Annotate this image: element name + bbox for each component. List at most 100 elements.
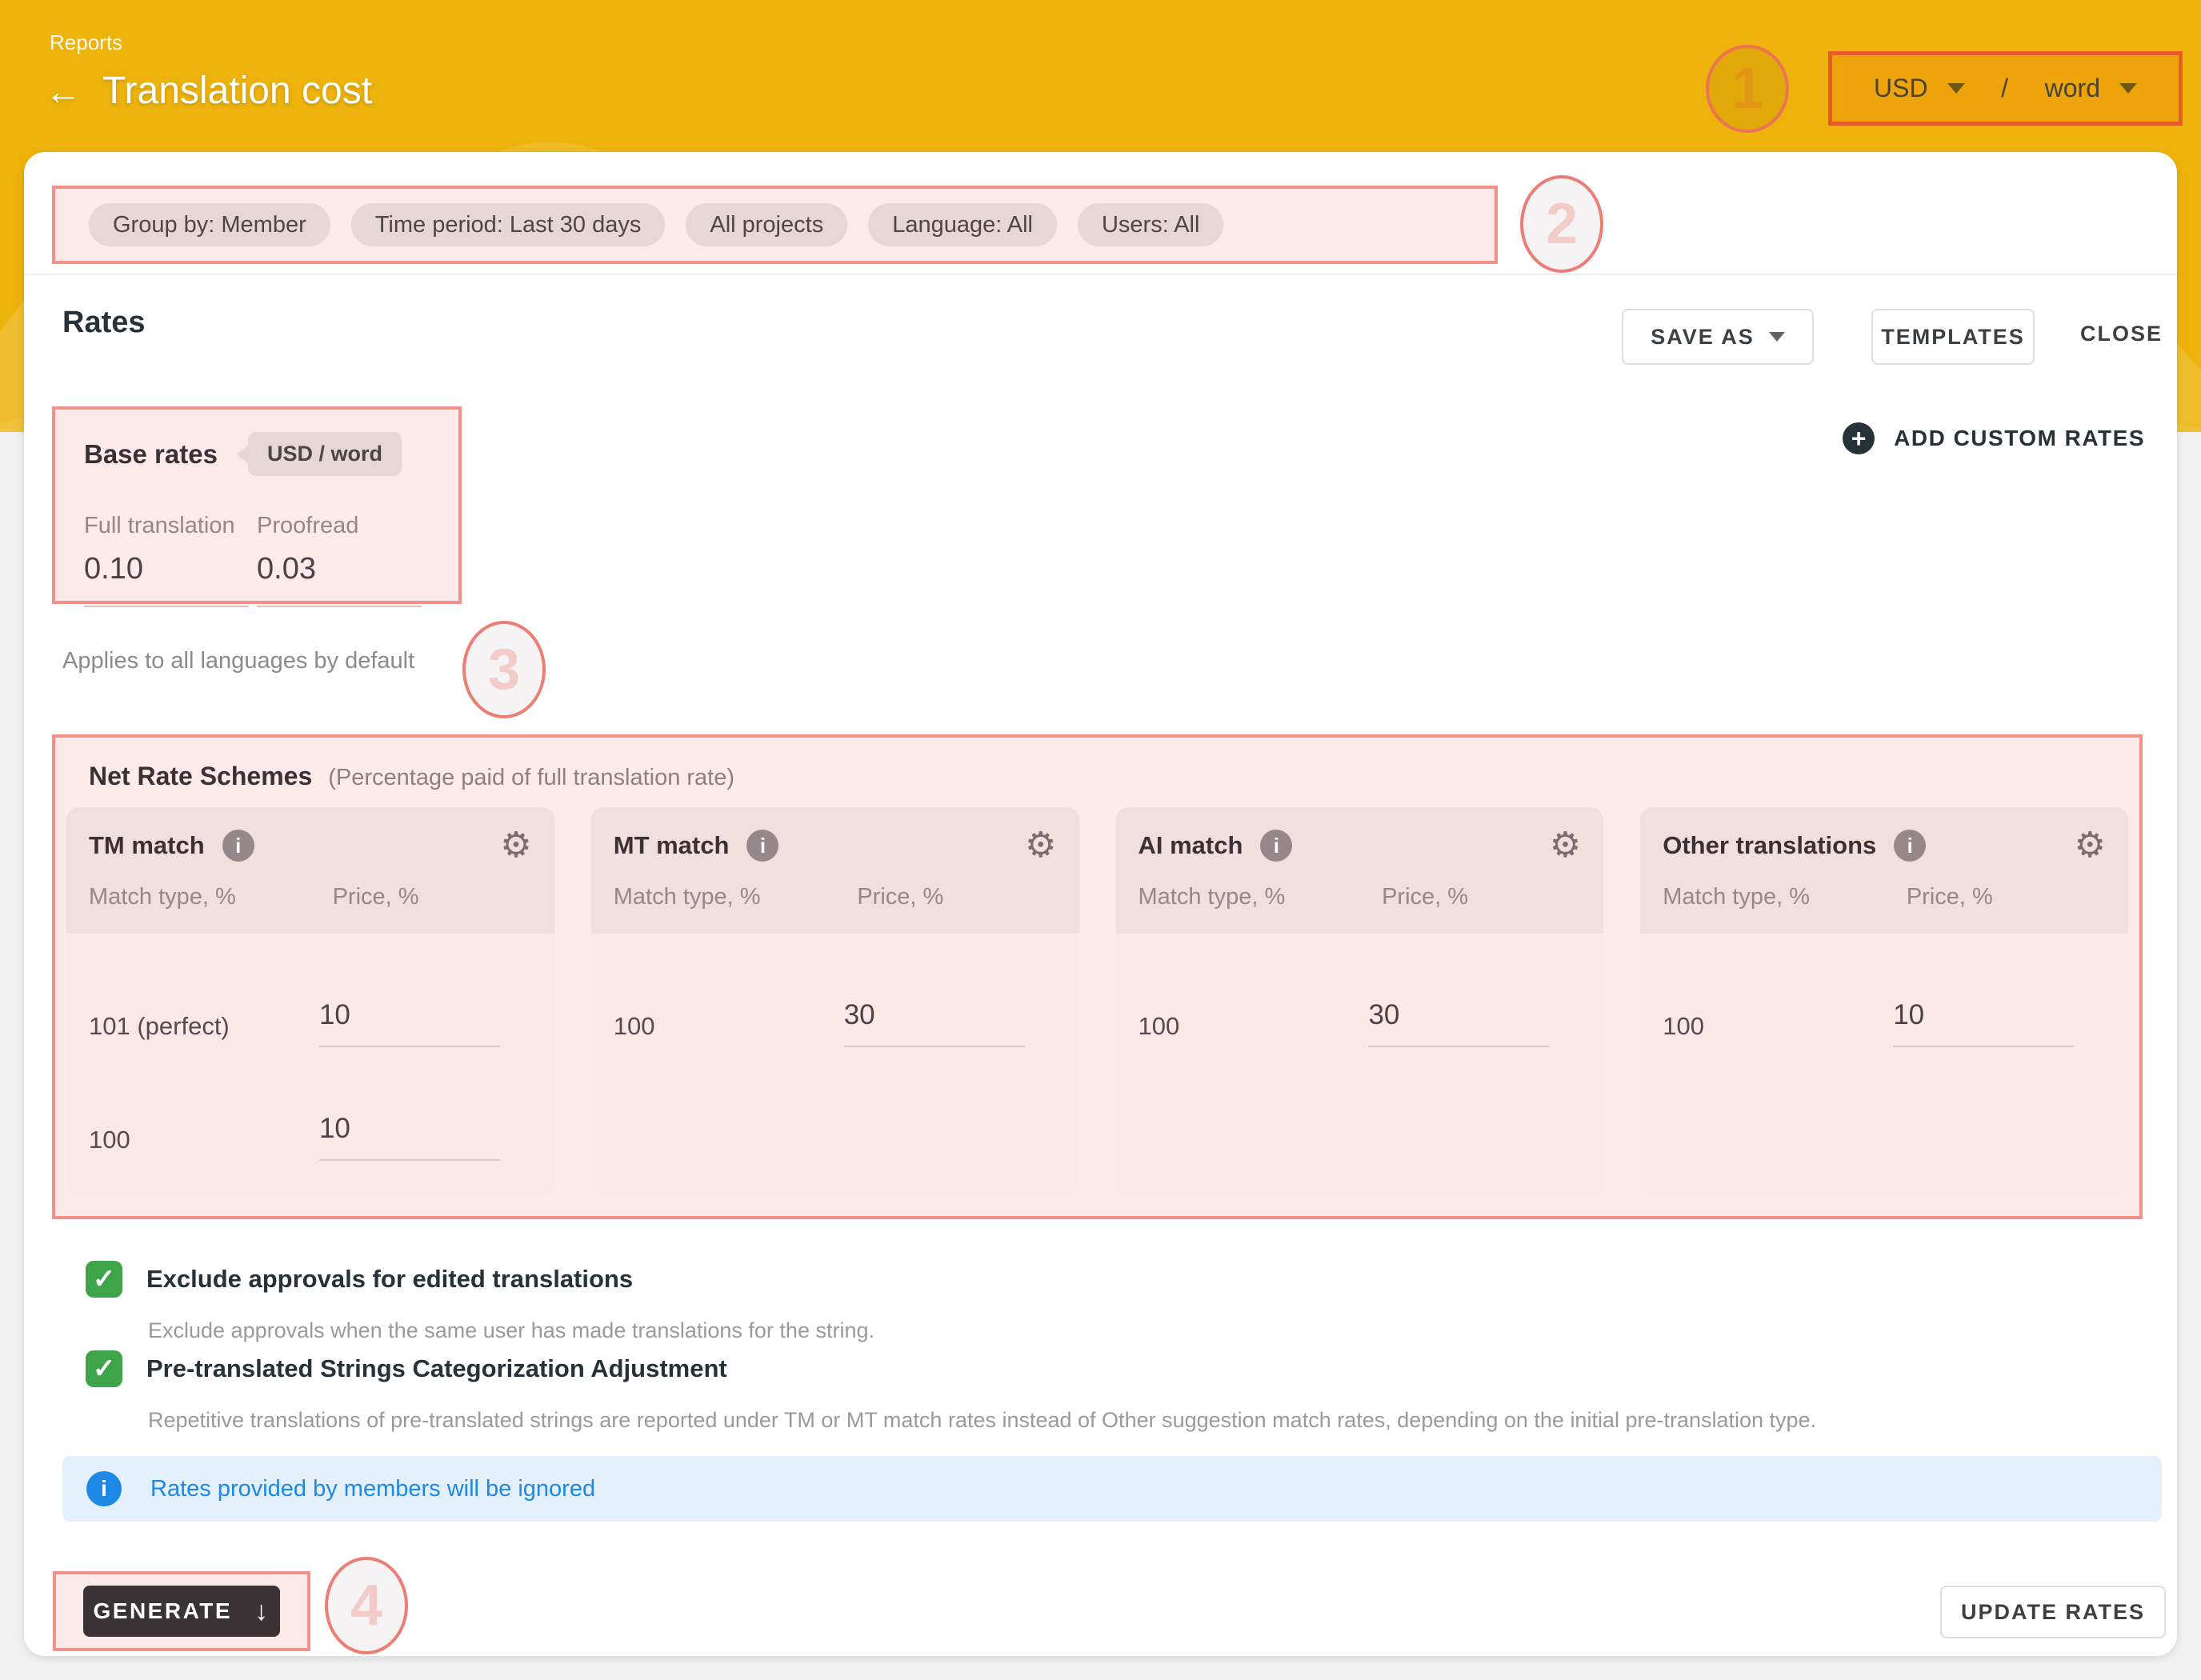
tm-match-card: TM match i ⚙ Match type, % Price, % 101 … xyxy=(66,807,554,1196)
match-type-column-header: Match type, % xyxy=(1139,884,1383,910)
base-rates-note: Applies to all languages by default xyxy=(62,648,414,674)
other-translations-card: Other translations i ⚙ Match type, % Pri… xyxy=(1640,807,2128,1196)
price-column-header: Price, % xyxy=(1907,884,1993,910)
net-rate-schemes-subtitle: (Percentage paid of full translation rat… xyxy=(328,765,734,791)
pretranslated-adjustment-label: Pre-translated Strings Categorization Ad… xyxy=(146,1354,727,1383)
gear-icon[interactable]: ⚙ xyxy=(500,828,531,863)
close-button[interactable]: CLOSE xyxy=(2080,322,2163,346)
gear-icon[interactable]: ⚙ xyxy=(1550,828,1581,863)
topbar: Reports ← Translation cost 1 USD / word xyxy=(0,0,2201,152)
match-type-value: 100 xyxy=(89,1126,319,1161)
full-translation-input[interactable]: 0.10 xyxy=(84,552,257,586)
input-underline xyxy=(257,606,422,607)
currency-unit-separator: / xyxy=(2001,74,2008,103)
exclude-approvals-option[interactable]: ✓ Exclude approvals for edited translati… xyxy=(86,1261,633,1298)
match-type-value: 100 xyxy=(1663,1012,1893,1047)
net-rate-schemes-highlight-box: Net Rate Schemes (Percentage paid of ful… xyxy=(52,734,2143,1219)
info-icon[interactable]: i xyxy=(1260,830,1292,862)
price-value: 10 xyxy=(319,1113,500,1145)
chevron-down-icon xyxy=(1947,83,1965,94)
rate-row: 100 10 xyxy=(66,1071,554,1161)
price-column-header: Price, % xyxy=(333,884,419,910)
breadcrumb[interactable]: Reports xyxy=(50,30,122,55)
price-input[interactable]: 10 xyxy=(1893,999,2074,1047)
price-value: 10 xyxy=(1893,999,2074,1031)
annotation-circle-3: 3 xyxy=(462,621,546,718)
info-icon[interactable]: i xyxy=(1894,830,1926,862)
info-icon[interactable]: i xyxy=(746,830,778,862)
templates-button[interactable]: TEMPLATES xyxy=(1871,309,2035,365)
currency-unit-highlight-box: USD / word xyxy=(1828,51,2183,126)
rate-row: 100 10 xyxy=(1640,958,2128,1047)
currency-value: USD xyxy=(1874,74,1928,103)
rate-row: 100 30 xyxy=(591,958,1079,1047)
price-input[interactable]: 10 xyxy=(319,999,500,1047)
exclude-approvals-description: Exclude approvals when the same user has… xyxy=(148,1318,874,1343)
generate-button[interactable]: GENERATE ↓ xyxy=(83,1586,280,1637)
annotation-circle-1: 1 xyxy=(1706,45,1789,133)
currency-dropdown[interactable]: USD xyxy=(1874,74,1965,103)
save-as-button[interactable]: SAVE AS xyxy=(1622,309,1814,365)
proofread-input[interactable]: 0.03 xyxy=(257,552,430,586)
down-arrow-icon: ↓ xyxy=(254,1596,270,1627)
price-column-header: Price, % xyxy=(1382,884,1468,910)
save-as-label: SAVE AS xyxy=(1651,325,1755,350)
unit-dropdown[interactable]: word xyxy=(2045,74,2137,103)
plus-icon: + xyxy=(1843,422,1875,454)
chevron-down-icon xyxy=(1769,332,1785,342)
match-type-column-header: Match type, % xyxy=(614,884,858,910)
full-translation-label: Full translation xyxy=(84,513,257,539)
proofread-label: Proofread xyxy=(257,513,430,539)
generate-label: GENERATE xyxy=(94,1598,233,1624)
chevron-down-icon xyxy=(2119,83,2137,94)
mt-match-title: MT match xyxy=(614,831,730,860)
match-type-value: 100 xyxy=(1139,1012,1369,1047)
base-rates-title: Base rates xyxy=(84,439,218,470)
match-type-column-header: Match type, % xyxy=(1663,884,1907,910)
update-rates-button[interactable]: UPDATE RATES xyxy=(1940,1586,2166,1638)
info-banner: i Rates provided by members will be igno… xyxy=(62,1456,2162,1522)
rates-section-title: Rates xyxy=(62,306,146,340)
currency-unit-badge: USD / word xyxy=(248,432,402,476)
price-value: 10 xyxy=(319,999,500,1031)
ai-match-card: AI match i ⚙ Match type, % Price, % 100 … xyxy=(1116,807,1604,1196)
info-icon[interactable]: i xyxy=(222,830,254,862)
match-type-value: 101 (perfect) xyxy=(89,1012,319,1047)
base-rates-highlight-box: Base rates USD / word Full translation 0… xyxy=(52,406,462,604)
exclude-approvals-label: Exclude approvals for edited translation… xyxy=(146,1265,633,1294)
price-input[interactable]: 30 xyxy=(844,999,1025,1047)
gear-icon[interactable]: ⚙ xyxy=(1025,828,1056,863)
price-input[interactable]: 10 xyxy=(319,1113,500,1161)
report-settings-card: Group by: Member Time period: Last 30 da… xyxy=(24,152,2177,1656)
checkbox-checked-icon[interactable]: ✓ xyxy=(86,1261,122,1298)
filter-chip-time-period[interactable]: Time period: Last 30 days xyxy=(351,203,666,246)
rate-row: 100 30 xyxy=(1116,958,1604,1047)
divider xyxy=(24,274,2177,275)
generate-highlight-box: GENERATE ↓ xyxy=(53,1571,310,1651)
page-title: Translation cost xyxy=(102,69,372,113)
price-input[interactable]: 30 xyxy=(1368,999,1549,1047)
unit-value: word xyxy=(2045,74,2100,103)
back-arrow-icon[interactable]: ← xyxy=(45,73,82,110)
filter-chip-projects[interactable]: All projects xyxy=(686,203,847,246)
match-type-value: 100 xyxy=(614,1012,844,1047)
price-column-header: Price, % xyxy=(857,884,943,910)
filters-highlight-box: Group by: Member Time period: Last 30 da… xyxy=(52,186,1498,264)
price-value: 30 xyxy=(844,999,1025,1031)
info-banner-text: Rates provided by members will be ignore… xyxy=(150,1476,595,1502)
add-custom-rates-button[interactable]: + ADD CUSTOM RATES xyxy=(1843,422,2145,454)
annotation-circle-2: 2 xyxy=(1520,175,1603,273)
pretranslated-adjustment-description: Repetitive translations of pre-translate… xyxy=(148,1408,1816,1433)
gear-icon[interactable]: ⚙ xyxy=(2075,828,2106,863)
input-underline xyxy=(84,606,249,607)
pretranslated-adjustment-option[interactable]: ✓ Pre-translated Strings Categorization … xyxy=(86,1350,727,1387)
add-custom-rates-label: ADD CUSTOM RATES xyxy=(1894,426,2145,451)
net-rate-schemes-title: Net Rate Schemes xyxy=(89,762,312,791)
filter-chip-users[interactable]: Users: All xyxy=(1078,203,1223,246)
filter-chip-group-by[interactable]: Group by: Member xyxy=(89,203,330,246)
other-translations-title: Other translations xyxy=(1663,831,1876,860)
filter-chip-language[interactable]: Language: All xyxy=(868,203,1057,246)
checkbox-checked-icon[interactable]: ✓ xyxy=(86,1350,122,1387)
annotation-circle-4: 4 xyxy=(325,1557,408,1654)
ai-match-title: AI match xyxy=(1139,831,1243,860)
